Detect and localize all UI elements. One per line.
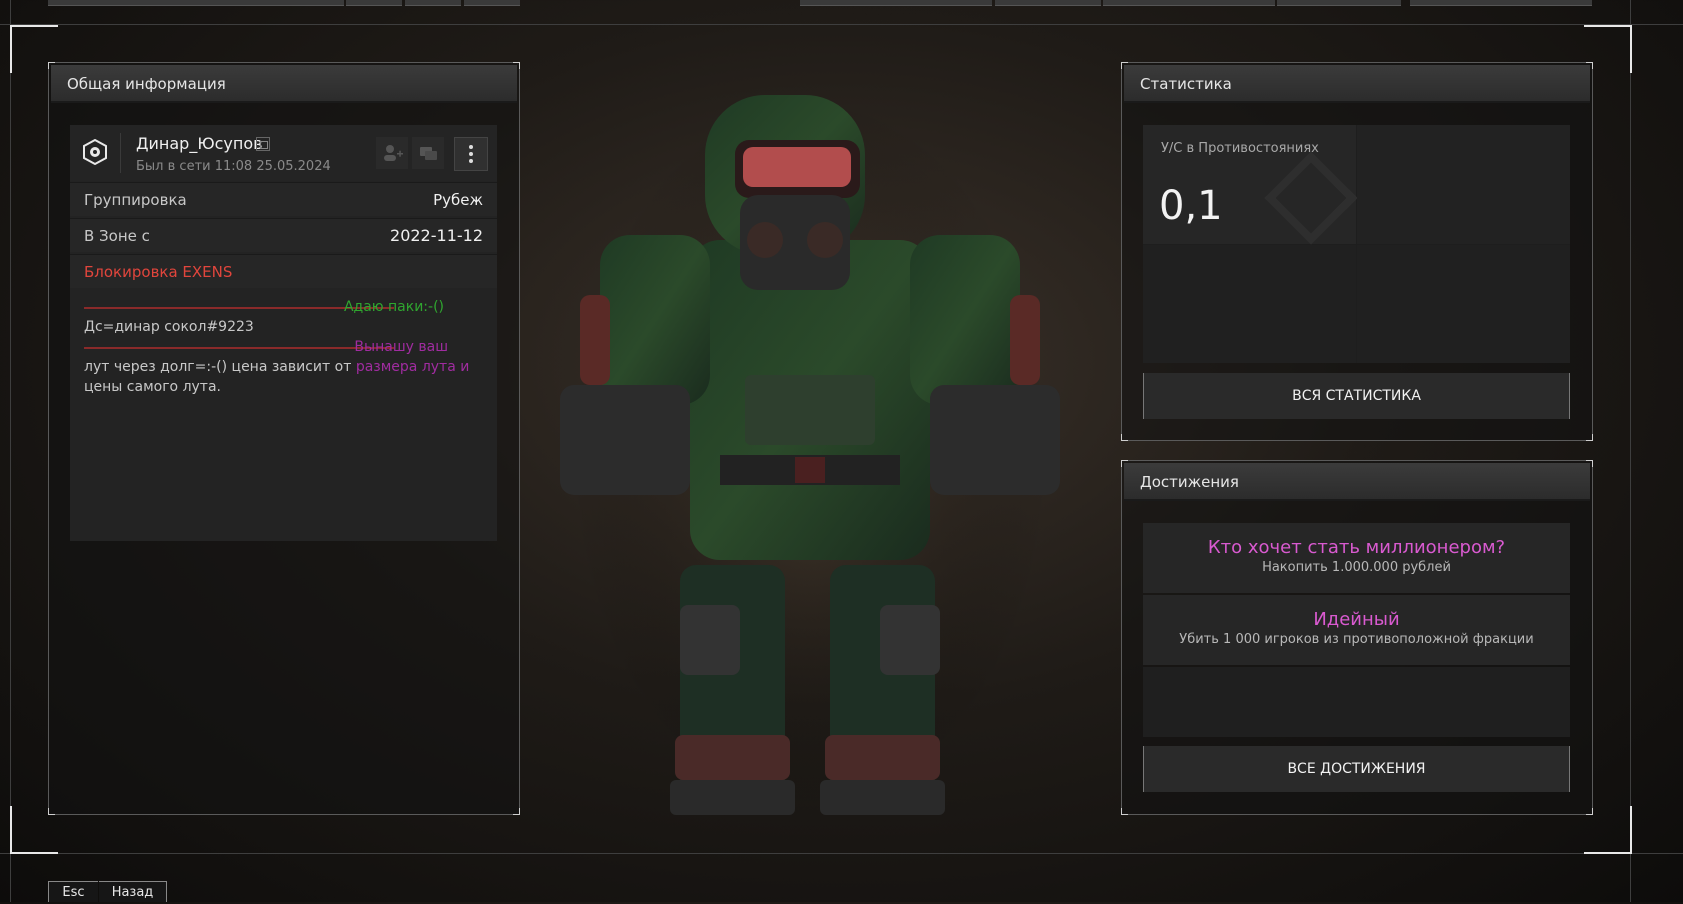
panel-corner-br: [1586, 808, 1593, 815]
achievement-title: Кто хочет стать миллионером?: [1207, 537, 1506, 558]
general-info-panel: Общая информация Динар_Юсупов Был в сети…: [48, 62, 520, 815]
top-tab-6[interactable]: [995, 0, 1101, 6]
top-tab-2[interactable]: [346, 0, 402, 6]
bio-line-5: цены самого лута.: [84, 379, 221, 395]
frame-left-line: [10, 0, 11, 902]
panel-corner-tl: [1121, 62, 1128, 69]
panel-corner-bl: [1121, 434, 1128, 441]
panel-corner-bl: [1121, 808, 1128, 815]
stat-value: 0,1: [1159, 183, 1223, 229]
achievement-desc: Убить 1 000 игроков из противоположной ф…: [1179, 632, 1534, 647]
panel-corner-br: [513, 808, 520, 815]
add-friend-icon[interactable]: [376, 137, 408, 169]
stat-label: У/С в Противостояниях: [1161, 141, 1319, 156]
message-icon[interactable]: [412, 137, 444, 169]
bio-line-4: лут через долг=:-() цена зависит от разм…: [84, 359, 470, 375]
esc-key-label: Esc: [62, 885, 85, 900]
frame-right-line: [1630, 0, 1631, 902]
statistics-panel: Статистика У/С в Противостояниях 0,1 ВСЯ…: [1121, 62, 1593, 441]
bio-line-2: Дс=динар сокол#9223: [84, 319, 254, 335]
bio-purple-text: размера лута и: [355, 359, 470, 375]
all-achievements-button[interactable]: ВСЕ ДОСТИЖЕНИЯ: [1143, 746, 1570, 792]
character-model[interactable]: [560, 95, 1060, 845]
faction-emblem-icon: [82, 138, 108, 166]
top-tab-8[interactable]: [1277, 0, 1401, 6]
all-statistics-button[interactable]: ВСЯ СТАТИСТИКА: [1143, 373, 1570, 419]
achievement-empty-slot: [1143, 667, 1570, 737]
faction-value: Рубеж: [433, 191, 483, 209]
panel-title: Достижения: [1124, 463, 1590, 501]
player-name: Динар_Юсупов: [136, 134, 263, 153]
ban-label: Блокировка EXENS: [84, 263, 233, 281]
panel-corner-br: [1586, 434, 1593, 441]
player-bio: Адаю паки:-() Дс=динар сокол#9223 Вынашу…: [84, 297, 484, 397]
stat-tile[interactable]: У/С в Противостояниях 0,1: [1143, 125, 1358, 245]
esc-key-badge[interactable]: Esc: [48, 881, 98, 902]
in-zone-row: В Зоне с 2022-11-12: [70, 218, 497, 252]
achievement-item[interactable]: Идейный Убить 1 000 игроков из противопо…: [1143, 595, 1570, 665]
header-divider: [120, 133, 121, 173]
stat-tile-empty: [1357, 245, 1570, 363]
more-vertical-icon[interactable]: [454, 137, 488, 171]
bio-line-1: Адаю паки:-(): [343, 299, 444, 315]
back-label: Назад: [111, 885, 154, 900]
panel-corner-bl: [48, 808, 55, 815]
player-card: Динар_Юсупов Был в сети 11:08 25.05.2024…: [70, 125, 497, 541]
panel-title: Общая информация: [51, 65, 517, 103]
top-tab-1[interactable]: [48, 0, 344, 6]
panel-title: Статистика: [1124, 65, 1590, 103]
tile-watermark-icon: [1264, 151, 1358, 245]
top-tab-9[interactable]: [1410, 0, 1592, 6]
top-tab-3[interactable]: [405, 0, 461, 6]
achievement-title: Идейный: [1313, 609, 1400, 630]
panel-corner-tr: [1586, 460, 1593, 467]
panel-corner-tr: [1586, 62, 1593, 69]
top-tab-5[interactable]: [800, 0, 992, 6]
stat-tile-empty: [1143, 245, 1356, 363]
in-zone-label: В Зоне с: [84, 227, 150, 245]
panel-corner-tr: [513, 62, 520, 69]
in-zone-value: 2022-11-12: [390, 226, 483, 245]
bio-line-3: Вынашу ваш: [354, 339, 448, 355]
ban-row: Блокировка EXENS: [70, 254, 497, 288]
achievements-panel: Достижения Кто хочет стать миллионером? …: [1121, 460, 1593, 815]
last-seen: Был в сети 11:08 25.05.2024: [136, 159, 331, 174]
frame-bottom-line: [0, 853, 1683, 854]
stat-tile-empty: [1357, 125, 1570, 244]
panel-corner-tl: [1121, 460, 1128, 467]
achievement-item[interactable]: Кто хочет стать миллионером? Накопить 1.…: [1143, 523, 1570, 593]
back-button[interactable]: Назад: [99, 881, 167, 902]
faction-row: Группировка Рубеж: [70, 182, 497, 216]
faction-label: Группировка: [84, 191, 187, 209]
top-tab-4[interactable]: [464, 0, 520, 6]
copy-icon[interactable]: [256, 137, 270, 151]
panel-corner-tl: [48, 62, 55, 69]
frame-top-line: [0, 24, 1683, 25]
stats-grid: У/С в Противостояниях 0,1: [1143, 125, 1570, 363]
achievement-desc: Накопить 1.000.000 рублей: [1262, 560, 1451, 575]
player-header: Динар_Юсупов Был в сети 11:08 25.05.2024: [70, 125, 497, 181]
top-tab-7[interactable]: [1103, 0, 1275, 6]
